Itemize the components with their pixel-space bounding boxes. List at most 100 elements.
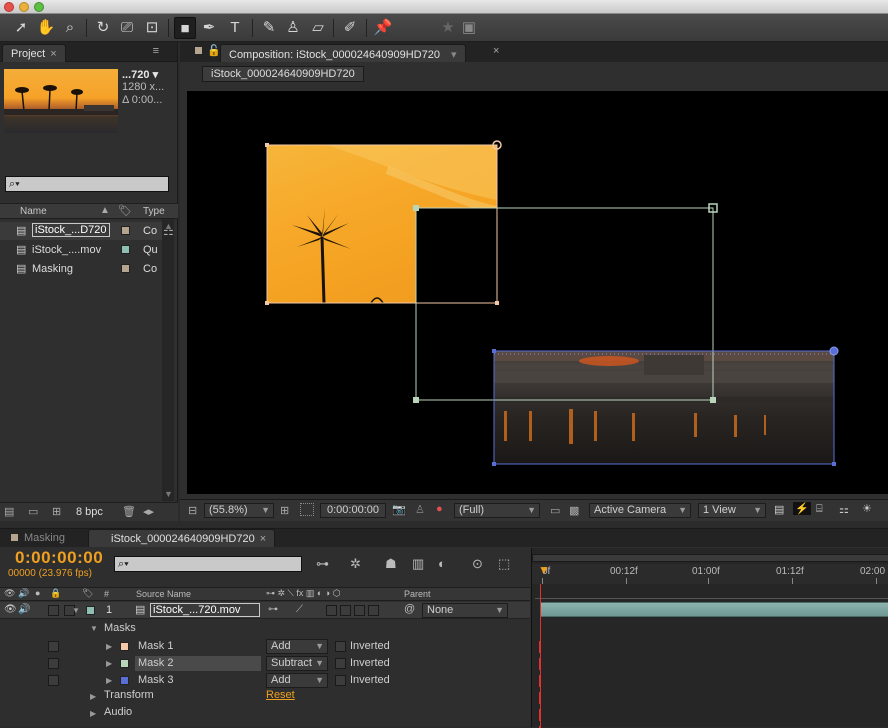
frame-blending-icon[interactable]: ▥ [412, 556, 424, 572]
mask-name[interactable]: Mask 1 [135, 639, 176, 654]
timeline-current-time[interactable]: 0:00:00:00 [15, 548, 103, 568]
project-scrollbar[interactable]: ▲ ▼ [162, 219, 174, 501]
layer-source-name[interactable]: iStock_...720.mov [150, 603, 260, 617]
new-folder-icon[interactable]: ▭ [28, 505, 38, 518]
mask-2-path[interactable] [415, 207, 714, 401]
label-tag-icon[interactable]: 🏷 [82, 588, 93, 599]
zoom-dropdown[interactable]: (55.8%) ▼ [204, 503, 274, 518]
switch-checkbox[interactable] [368, 605, 379, 616]
rectangle-tool-icon[interactable]: ■ [174, 17, 196, 39]
eraser-tool-icon[interactable]: ▱ [307, 17, 329, 39]
show-snapshot-icon[interactable]: ♙ [415, 503, 425, 516]
transparency-grid-icon[interactable]: ▩ [569, 504, 579, 517]
draft-3d-icon[interactable]: ✲ [350, 556, 361, 572]
flowchart-view-icon[interactable]: ⚏ [839, 503, 849, 516]
keyframe-marker[interactable] [539, 675, 541, 687]
lock-column-icon[interactable]: 🔒 [50, 588, 61, 599]
resolution-dropdown[interactable]: (Full) ▼ [454, 503, 540, 518]
layer-lock-checkbox[interactable] [48, 605, 59, 616]
tab-masking[interactable]: Masking [24, 532, 65, 544]
timeline-search-input[interactable]: ⌕▾ [114, 556, 302, 572]
transform-group-label[interactable]: Transform [104, 689, 154, 701]
mask-1-path[interactable] [266, 144, 498, 304]
pen-tool-icon[interactable]: ✒ [198, 17, 220, 39]
roto-brush-tool-icon[interactable]: ✐ [339, 17, 361, 39]
mask-name[interactable]: Mask 2 [135, 656, 261, 671]
region-of-interest-icon[interactable] [300, 503, 314, 516]
interpret-footage-icon[interactable]: ▤ [4, 505, 14, 518]
expand-audio-icon[interactable]: ▶ [90, 709, 96, 718]
audio-group-label[interactable]: Audio [104, 706, 132, 718]
project-item-label-swatch[interactable] [121, 226, 130, 235]
selection-tool-icon[interactable]: ➚ [10, 17, 32, 39]
minimize-window-icon[interactable] [19, 2, 29, 12]
grid-icon[interactable]: ⊞ [280, 504, 289, 517]
mask-lock-checkbox[interactable] [48, 641, 59, 652]
column-source-name[interactable]: Source Name [136, 589, 191, 599]
work-area-bar[interactable] [532, 554, 888, 562]
project-item-row[interactable]: ▤ Masking Co [0, 260, 162, 278]
clone-stamp-tool-icon[interactable]: ♙ [282, 17, 304, 39]
keyframe-marker[interactable] [539, 692, 541, 704]
keyframe-marker[interactable] [539, 641, 541, 653]
close-icon[interactable]: × [260, 533, 266, 545]
sort-ascending-icon[interactable]: ▲ [100, 205, 110, 216]
switch-checkbox[interactable] [340, 605, 351, 616]
puppet-pin-tool-icon[interactable]: 📌 [372, 17, 394, 39]
switch-checkbox[interactable] [326, 605, 337, 616]
color-channels-icon[interactable]: ● [436, 503, 443, 515]
camera-dropdown[interactable]: Active Camera ▼ [589, 503, 691, 518]
switch-checkbox[interactable] [354, 605, 365, 616]
expand-mask-icon[interactable]: ▶ [106, 642, 112, 651]
tab-composition[interactable]: Composition: iStock_000024640909HD720 ▾ [220, 44, 466, 62]
mask-row[interactable]: ▶ Mask 2 Subtract ▼ Inverted [0, 655, 530, 672]
trash-icon[interactable]: 🗑 [122, 505, 136, 518]
new-composition-icon[interactable]: ⊞ [52, 505, 61, 518]
scroll-arrows-icon[interactable]: ◂▸ [143, 505, 154, 518]
layer-label-swatch[interactable] [86, 606, 95, 615]
audio-toggle-icon[interactable]: 🔊 [18, 588, 29, 599]
toggle-pixel-aspect-icon[interactable]: ▤ [774, 503, 784, 516]
project-item-label-swatch[interactable] [121, 245, 130, 254]
brainstorm-icon[interactable]: ⊙ [472, 556, 483, 572]
close-icon[interactable]: × [493, 45, 499, 57]
keyframe-marker[interactable] [539, 709, 541, 721]
column-name[interactable]: Name [20, 206, 47, 217]
mask-mode-dropdown[interactable]: Add ▼ [266, 639, 328, 654]
expand-masks-icon[interactable]: ▼ [90, 624, 98, 633]
keyframe-marker[interactable] [539, 658, 541, 670]
brush-tool-icon[interactable]: ✎ [258, 17, 280, 39]
parent-dropdown[interactable]: None ▼ [422, 603, 508, 618]
transform-reset-link[interactable]: Reset [266, 689, 295, 701]
fast-previews-icon[interactable]: ▭ [550, 504, 560, 517]
expand-mask-icon[interactable]: ▶ [106, 676, 112, 685]
close-window-icon[interactable] [4, 2, 14, 12]
flowchart-icon[interactable]: ⚏ [163, 224, 174, 238]
layer-row[interactable]: 👁 🔊 ▼ 1 ▤ iStock_...720.mov ⊶ ⟋ @ None ▼ [0, 602, 530, 619]
composition-mini-flowchart-icon[interactable]: ⊶ [316, 556, 329, 572]
expand-mask-icon[interactable]: ▶ [106, 659, 112, 668]
graph-editor-icon[interactable]: ⬚ [498, 556, 510, 572]
video-visible-icon[interactable]: 👁 [4, 604, 17, 615]
current-time-display[interactable]: 0:00:00:00 [320, 503, 386, 518]
zoom-tool-icon[interactable]: ⌕ [59, 17, 81, 39]
exposure-icon[interactable]: ☀ [862, 502, 872, 515]
layer-duration-bar[interactable] [540, 602, 888, 617]
expand-transform-icon[interactable]: ▶ [90, 692, 96, 701]
close-icon[interactable]: × [50, 48, 56, 60]
expand-layer-icon[interactable]: ▼ [72, 606, 80, 615]
shy-switch-icon[interactable]: ⊶ [268, 604, 278, 615]
always-preview-icon[interactable]: ⊟ [188, 504, 197, 517]
fast-draft-icon[interactable]: ⚡ [793, 502, 811, 515]
tab-dropdown-icon[interactable]: ▾ [451, 49, 457, 61]
time-ruler[interactable]: 0f 00:12f 01:00f 01:12f 02:00 [532, 564, 888, 584]
comp-navigator-tab[interactable]: iStock_000024640909HD720 [202, 66, 364, 82]
pan-behind-tool-icon[interactable]: ⊡ [141, 17, 163, 39]
timeline-graph[interactable]: 0f 00:12f 01:00f 01:12f 02:00 ▼ [531, 548, 888, 728]
mask-row[interactable]: ▶ Mask 3 Add ▼ Inverted [0, 672, 530, 689]
label-tag-icon[interactable]: 🏷 [118, 204, 132, 217]
mask-color-swatch[interactable] [120, 676, 129, 685]
hand-tool-icon[interactable]: ✋ [35, 17, 57, 39]
mask-lock-checkbox[interactable] [48, 658, 59, 669]
camera-tool-icon[interactable]: ⎚ [116, 17, 138, 39]
